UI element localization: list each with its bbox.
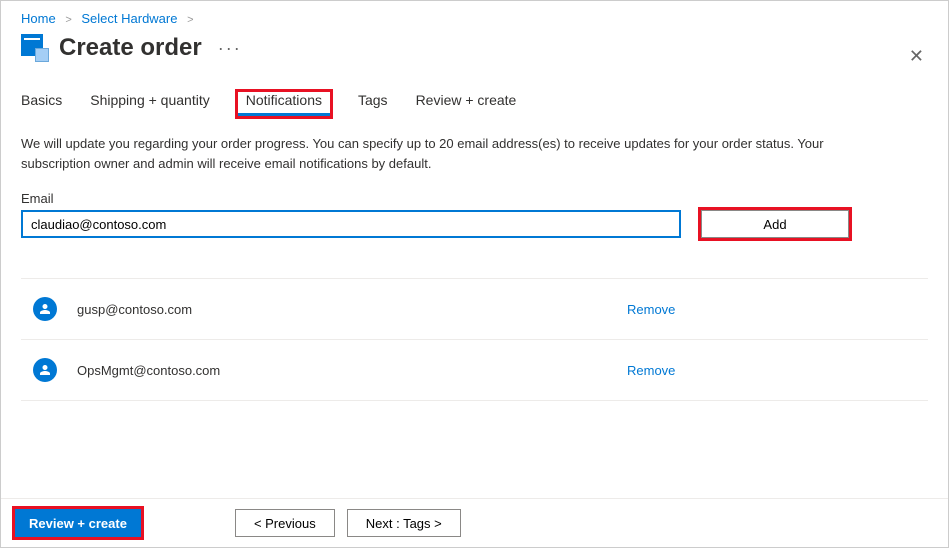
tab-bar: Basics Shipping + quantity Notifications… bbox=[1, 74, 948, 116]
tab-tags[interactable]: Tags bbox=[358, 92, 388, 116]
chevron-right-icon: > bbox=[187, 14, 193, 26]
email-address: OpsMgmt@contoso.com bbox=[77, 363, 627, 378]
email-label: Email bbox=[1, 173, 948, 210]
list-item: gusp@contoso.com Remove bbox=[21, 278, 928, 340]
order-icon bbox=[21, 34, 49, 62]
next-button[interactable]: Next : Tags > bbox=[347, 509, 461, 537]
review-create-button[interactable]: Review + create bbox=[15, 509, 141, 537]
add-button[interactable]: Add bbox=[701, 210, 849, 238]
tab-review[interactable]: Review + create bbox=[416, 92, 517, 116]
person-icon bbox=[33, 358, 57, 382]
breadcrumb-select-hardware[interactable]: Select Hardware bbox=[81, 11, 177, 26]
email-input[interactable] bbox=[21, 210, 681, 238]
tab-shipping[interactable]: Shipping + quantity bbox=[90, 92, 209, 116]
email-address: gusp@contoso.com bbox=[77, 302, 627, 317]
breadcrumb: Home > Select Hardware > bbox=[1, 1, 948, 30]
notifications-description: We will update you regarding your order … bbox=[1, 116, 881, 173]
page-header: Create order ··· bbox=[1, 30, 948, 74]
more-icon[interactable]: ··· bbox=[218, 38, 242, 59]
person-icon bbox=[33, 297, 57, 321]
chevron-right-icon: > bbox=[65, 14, 71, 26]
page-title: Create order bbox=[59, 34, 202, 62]
remove-link[interactable]: Remove bbox=[627, 363, 675, 378]
email-list: gusp@contoso.com Remove OpsMgmt@contoso.… bbox=[1, 238, 948, 401]
close-icon[interactable]: ✕ bbox=[909, 46, 924, 67]
footer: Review + create < Previous Next : Tags > bbox=[1, 498, 948, 547]
previous-button[interactable]: < Previous bbox=[235, 509, 335, 537]
list-item: OpsMgmt@contoso.com Remove bbox=[21, 340, 928, 401]
tab-basics[interactable]: Basics bbox=[21, 92, 62, 116]
tab-notifications[interactable]: Notifications bbox=[238, 92, 330, 116]
remove-link[interactable]: Remove bbox=[627, 302, 675, 317]
breadcrumb-home[interactable]: Home bbox=[21, 11, 56, 26]
